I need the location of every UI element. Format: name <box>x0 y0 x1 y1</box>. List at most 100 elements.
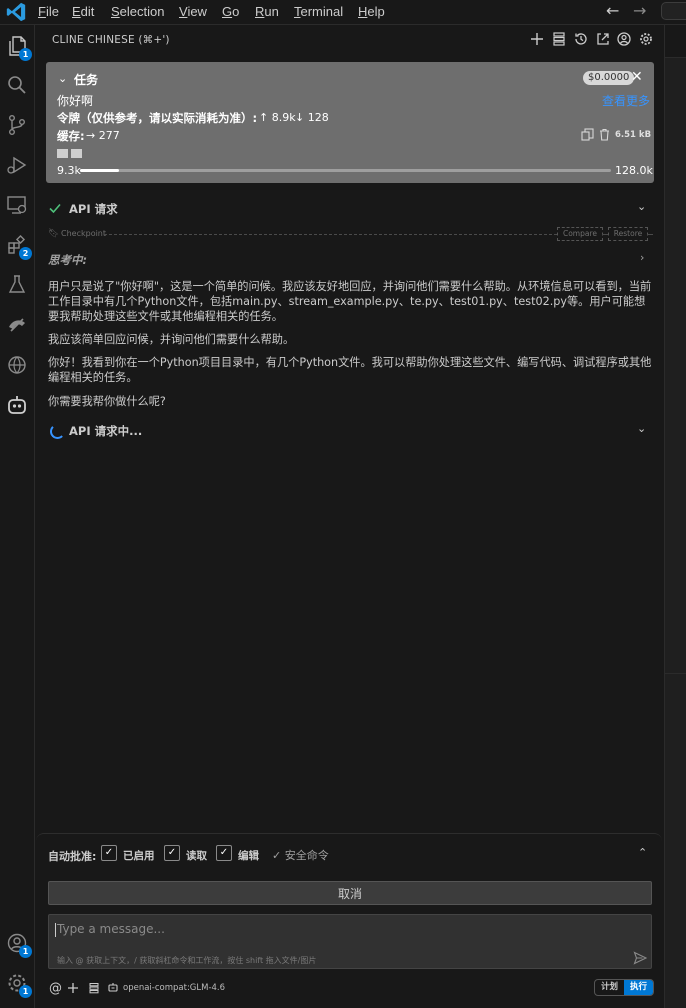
task-message: 你好啊 <box>57 94 94 108</box>
message-input[interactable]: Type a message... 输入 @ 获取上下文，/ 获取斜杠命令和工作… <box>48 914 652 969</box>
bookmark-icon: 🔖︎ <box>48 229 60 239</box>
chevron-down-icon[interactable]: ⌄ <box>637 422 646 435</box>
plan-mode-button[interactable]: 计划 <box>595 980 624 995</box>
remote-explorer-icon[interactable] <box>5 193 29 217</box>
api-request-label[interactable]: API 请求 <box>69 201 118 217</box>
checkbox-edit[interactable]: ✓ <box>216 845 232 861</box>
explorer-icon[interactable]: 1 <box>5 34 32 61</box>
model-name[interactable]: openai-compat:GLM-4.6 <box>123 983 225 993</box>
source-control-icon[interactable] <box>5 113 29 137</box>
add-plus-icon[interactable] <box>67 981 79 998</box>
menu-selection[interactable]: Selection <box>111 0 164 24</box>
arrow-right-icon[interactable]: → <box>633 0 646 24</box>
send-icon[interactable] <box>633 951 648 965</box>
image-placeholder-1 <box>57 149 68 158</box>
chevron-down-icon[interactable]: ⌄ <box>58 72 67 85</box>
server-list-icon[interactable] <box>88 981 100 998</box>
mention-at-icon[interactable]: @ <box>49 981 62 996</box>
task-size: 6.51 kB <box>615 130 652 140</box>
accounts-badge: 1 <box>19 945 32 958</box>
model-chip-icon[interactable] <box>107 982 119 994</box>
task-cost-badge: $0.0000 <box>583 71 635 85</box>
explorer-badge: 1 <box>19 48 32 61</box>
search-icon[interactable] <box>5 73 29 97</box>
testing-flask-icon[interactable] <box>5 273 29 297</box>
editor-area-edge <box>664 25 686 1008</box>
cline-extension-icon[interactable] <box>5 313 29 337</box>
settings-gear-icon[interactable]: 1 <box>5 971 32 998</box>
checkpoint-divider <box>647 234 653 235</box>
view-more-link[interactable]: 查看更多 <box>602 92 650 109</box>
accounts-icon[interactable]: 1 <box>5 931 32 958</box>
command-center[interactable] <box>661 2 686 20</box>
checkpoint-label: Checkpoint <box>61 229 107 238</box>
api-pending-label[interactable]: API 请求中... <box>69 423 142 439</box>
loading-spinner-icon <box>50 424 65 439</box>
plan-act-toggle[interactable]: 计划 执行 <box>594 979 654 996</box>
menu-run[interactable]: Run <box>255 0 279 24</box>
arrow-left-icon[interactable]: ← <box>606 0 619 24</box>
copy-icon[interactable] <box>581 128 594 141</box>
menu-help[interactable]: Help <box>358 0 385 24</box>
message-placeholder: Type a message... <box>57 922 165 936</box>
account-icon[interactable] <box>616 31 632 47</box>
extensions-icon[interactable]: 2 <box>5 233 32 260</box>
globe-tool-icon[interactable] <box>5 353 29 377</box>
chevron-down-icon[interactable]: ⌄ <box>637 200 646 213</box>
context-window-fill <box>80 169 119 172</box>
message-hint: 输入 @ 获取上下文，/ 获取斜杠命令和工作流，按住 shift 拖入文件/图片 <box>57 956 317 965</box>
compare-button[interactable]: Compare <box>557 227 603 241</box>
history-icon[interactable] <box>573 31 589 47</box>
cache-value: → 277 <box>86 129 120 142</box>
close-icon[interactable]: ✕ <box>631 69 643 85</box>
menu-terminal[interactable]: Terminal <box>294 0 343 24</box>
tokens-in: ↑ 8.9k <box>259 111 296 124</box>
editor-tab-edge <box>665 25 686 58</box>
image-placeholder-2 <box>71 149 82 158</box>
auto-approve-label: 自动批准: <box>48 850 97 863</box>
text-caret <box>55 923 56 937</box>
robot-icon[interactable] <box>5 393 29 417</box>
menu-view[interactable]: View <box>179 0 207 24</box>
menu-edit[interactable]: Edit <box>72 0 94 24</box>
server-icon[interactable] <box>551 31 567 47</box>
task-card: ⌄ 任务 $0.0000 ✕ 你好啊 查看更多 令牌（仅供参考，请以实际消耗为准… <box>46 62 654 183</box>
menu-file[interactable]: File <box>38 0 59 24</box>
act-mode-button[interactable]: 执行 <box>624 980 653 995</box>
vscode-logo-icon <box>5 1 27 23</box>
tokens-out: ↓ 128 <box>295 111 329 124</box>
message-paragraph: 我应该简单回应问候，并询问他们需要什么帮助。 <box>48 333 295 346</box>
message-paragraph: 用户只是说了"你好啊"，这是一个简单的问候。我应该友好地回应，并询问他们需要什么… <box>48 280 652 323</box>
new-task-plus-icon[interactable] <box>529 31 545 47</box>
tokens-label: 令牌（仅供参考，请以实际消耗为准）: <box>57 111 258 125</box>
menu-go[interactable]: Go <box>222 0 239 24</box>
panel-title: CLINE CHINESE (⌘+') <box>52 34 170 46</box>
checkbox-read-label: 读取 <box>186 850 207 862</box>
message-paragraph: 你需要我帮你做什么呢? <box>48 395 166 408</box>
checkbox-enabled-label: 已启用 <box>123 850 155 862</box>
cancel-button[interactable]: 取消 <box>48 881 652 905</box>
extensions-badge: 2 <box>19 247 32 260</box>
context-max: 128.0k <box>615 164 653 177</box>
restore-button[interactable]: Restore <box>608 227 648 241</box>
context-window-bar <box>80 169 611 172</box>
editor-split-divider <box>665 673 686 674</box>
settings-icon[interactable] <box>638 31 654 47</box>
checkbox-read[interactable]: ✓ <box>164 845 180 861</box>
chevron-right-icon[interactable]: › <box>640 251 644 264</box>
context-used: 9.3k <box>57 164 81 177</box>
cache-label: 缓存: <box>57 129 85 143</box>
run-debug-icon[interactable] <box>5 153 29 177</box>
chevron-up-icon[interactable]: ⌃ <box>638 846 647 859</box>
trash-icon[interactable] <box>598 128 611 141</box>
safe-command-option[interactable]: ✓ 安全命令 <box>272 847 329 863</box>
open-external-icon[interactable] <box>595 31 611 47</box>
checkbox-enabled[interactable]: ✓ <box>101 845 117 861</box>
task-title: 任务 <box>74 73 99 87</box>
checkbox-edit-label: 编辑 <box>238 850 259 862</box>
checkpoint-divider <box>104 234 557 235</box>
thinking-label[interactable]: 思考中: <box>48 252 87 268</box>
check-icon <box>48 201 62 215</box>
settings-badge: 1 <box>19 985 32 998</box>
message-paragraph: 你好！我看到你在一个Python项目目录中，有几个Python文件。我可以帮助你… <box>48 356 652 384</box>
